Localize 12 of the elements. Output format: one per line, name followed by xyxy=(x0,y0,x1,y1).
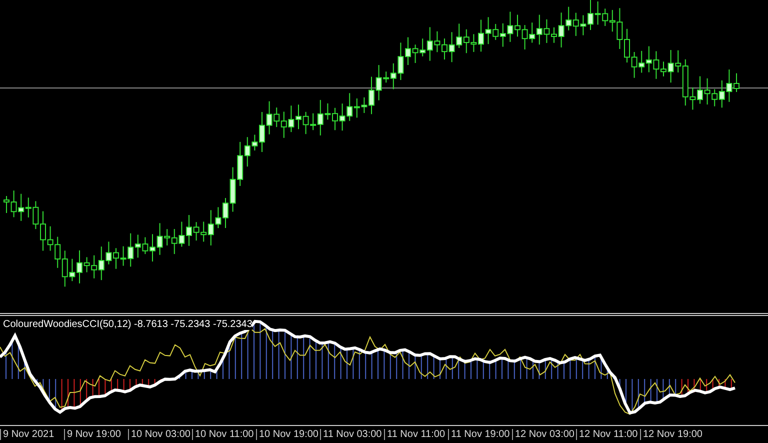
time-label: 10 Nov 19:00 xyxy=(256,428,320,440)
time-label: 10 Nov 11:00 xyxy=(192,428,256,440)
time-label: 10 Nov 03:00 xyxy=(128,428,192,440)
time-label: 11 Nov 19:00 xyxy=(448,428,512,440)
time-label: 11 Nov 11:00 xyxy=(384,428,448,440)
time-label: 9 Nov 2021 xyxy=(0,428,64,440)
time-label: 11 Nov 03:00 xyxy=(320,428,384,440)
indicator-label: ColouredWoodiesCCI(50,12) -8.7613 -75.2343 -75.2343 xyxy=(3,319,252,330)
time-label: 9 Nov 19:00 xyxy=(64,428,128,440)
time-label: 12 Nov 03:00 xyxy=(512,428,576,440)
time-label: 12 Nov 11:00 xyxy=(576,428,640,440)
time-label: 12 Nov 19:00 xyxy=(640,428,704,440)
